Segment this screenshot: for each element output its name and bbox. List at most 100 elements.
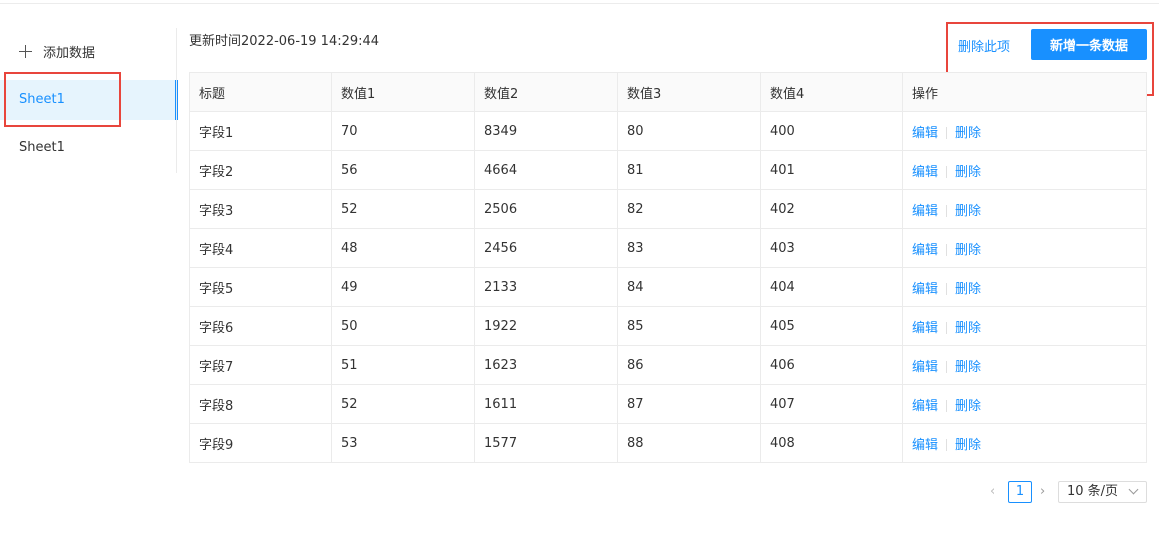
delete-link[interactable]: 删除 (955, 438, 981, 453)
update-time: 更新时间2022-06-19 14:29:44 (189, 34, 380, 49)
table-cell: 字段8 (189, 384, 332, 424)
edit-link[interactable]: 编辑 (912, 204, 938, 219)
table-cell: 字段6 (189, 306, 332, 346)
plus-icon (19, 44, 32, 58)
sidebar-item-sheet-active[interactable]: Sheet1 (0, 80, 178, 120)
table-cell: 2133 (474, 267, 618, 307)
table-row: 字段2 56 4664 81 401 编辑 删除 (189, 150, 1147, 190)
table-cell: 88 (617, 423, 761, 463)
column-header: 标题 (189, 72, 332, 112)
chevron-down-icon (1128, 484, 1139, 495)
page-number-current[interactable]: 1 (1008, 481, 1032, 503)
table-cell: 52 (331, 384, 475, 424)
table-cell: 407 (760, 384, 903, 424)
table-cell: 1611 (474, 384, 618, 424)
table-cell: 1623 (474, 345, 618, 385)
next-page-button[interactable]: › (1040, 484, 1045, 499)
column-header: 数值2 (474, 72, 618, 112)
action-separator (946, 439, 948, 451)
table-cell: 1922 (474, 306, 618, 346)
edit-link[interactable]: 编辑 (912, 243, 938, 258)
table-cell: 406 (760, 345, 903, 385)
row-actions: 编辑 删除 (902, 150, 1147, 190)
table-cell: 50 (331, 306, 475, 346)
table-row: 字段3 52 2506 82 402 编辑 删除 (189, 189, 1147, 229)
row-actions: 编辑 删除 (902, 189, 1147, 229)
table-cell: 87 (617, 384, 761, 424)
table-cell: 56 (331, 150, 475, 190)
edit-link[interactable]: 编辑 (912, 282, 938, 297)
table-cell: 4664 (474, 150, 618, 190)
table-cell: 2456 (474, 228, 618, 268)
row-actions: 编辑 删除 (902, 306, 1147, 346)
delete-link[interactable]: 删除 (955, 165, 981, 180)
sidebar: 添加数据 Sheet1 Sheet1 (0, 28, 178, 173)
action-separator (946, 166, 948, 178)
table-cell: 81 (617, 150, 761, 190)
table-cell: 字段9 (189, 423, 332, 463)
table-row: 字段5 49 2133 84 404 编辑 删除 (189, 267, 1147, 307)
sidebar-item-sheet[interactable]: Sheet1 (0, 128, 178, 168)
delete-link[interactable]: 删除 (955, 321, 981, 336)
table-cell: 52 (331, 189, 475, 229)
action-separator (946, 322, 948, 334)
table-cell: 82 (617, 189, 761, 229)
row-actions: 编辑 删除 (902, 345, 1147, 385)
table-cell: 字段3 (189, 189, 332, 229)
table-cell: 86 (617, 345, 761, 385)
delete-item-link[interactable]: 删除此项 (958, 36, 1010, 55)
delete-link[interactable]: 删除 (955, 360, 981, 375)
table-row: 字段1 70 8349 80 400 编辑 删除 (189, 111, 1147, 151)
table-cell: 405 (760, 306, 903, 346)
action-separator (946, 244, 948, 256)
delete-link[interactable]: 删除 (955, 204, 981, 219)
table-cell: 字段5 (189, 267, 332, 307)
delete-link[interactable]: 删除 (955, 126, 981, 141)
table-cell: 字段2 (189, 150, 332, 190)
action-separator (946, 205, 948, 217)
delete-link[interactable]: 删除 (955, 282, 981, 297)
row-actions: 编辑 删除 (902, 423, 1147, 463)
edit-link[interactable]: 编辑 (912, 321, 938, 336)
table-cell: 字段1 (189, 111, 332, 151)
table-cell: 402 (760, 189, 903, 229)
pagination: ‹ 1 › 10 条/页 (0, 481, 1159, 503)
table-cell: 403 (760, 228, 903, 268)
edit-link[interactable]: 编辑 (912, 126, 938, 141)
edit-link[interactable]: 编辑 (912, 360, 938, 375)
action-separator (946, 361, 948, 373)
sidebar-divider (176, 28, 177, 173)
table-header-row: 标题 数值1 数值2 数值3 数值4 操作 (189, 72, 1147, 112)
table-cell: 字段4 (189, 228, 332, 268)
action-separator (946, 400, 948, 412)
table-row: 字段6 50 1922 85 405 编辑 删除 (189, 306, 1147, 346)
action-separator (946, 127, 948, 139)
prev-page-button[interactable]: ‹ (990, 484, 995, 499)
table-cell: 49 (331, 267, 475, 307)
page-size-select[interactable]: 10 条/页 (1058, 481, 1147, 503)
column-header: 数值3 (617, 72, 761, 112)
row-actions: 编辑 删除 (902, 267, 1147, 307)
table-cell: 408 (760, 423, 903, 463)
data-table: 标题 数值1 数值2 数值3 数值4 操作 字段1 70 8349 80 400 编辑 删除… (189, 72, 1147, 463)
add-data-label: 添加数据 (43, 45, 96, 61)
add-record-button[interactable]: 新增一条数据 (1031, 29, 1147, 60)
table-cell: 51 (331, 345, 475, 385)
delete-link[interactable]: 删除 (955, 399, 981, 414)
table-cell: 84 (617, 267, 761, 307)
table-cell: 8349 (474, 111, 618, 151)
table-row: 字段7 51 1623 86 406 编辑 删除 (189, 345, 1147, 385)
row-actions: 编辑 删除 (902, 228, 1147, 268)
edit-link[interactable]: 编辑 (912, 399, 938, 414)
delete-link[interactable]: 删除 (955, 243, 981, 258)
add-data-button[interactable]: 添加数据 (19, 40, 95, 62)
column-header: 数值1 (331, 72, 475, 112)
table-cell: 2506 (474, 189, 618, 229)
edit-link[interactable]: 编辑 (912, 165, 938, 180)
table-row: 字段9 53 1577 88 408 编辑 删除 (189, 423, 1147, 463)
table-cell: 83 (617, 228, 761, 268)
table-row: 字段4 48 2456 83 403 编辑 删除 (189, 228, 1147, 268)
table-cell: 1577 (474, 423, 618, 463)
table-cell: 字段7 (189, 345, 332, 385)
edit-link[interactable]: 编辑 (912, 438, 938, 453)
